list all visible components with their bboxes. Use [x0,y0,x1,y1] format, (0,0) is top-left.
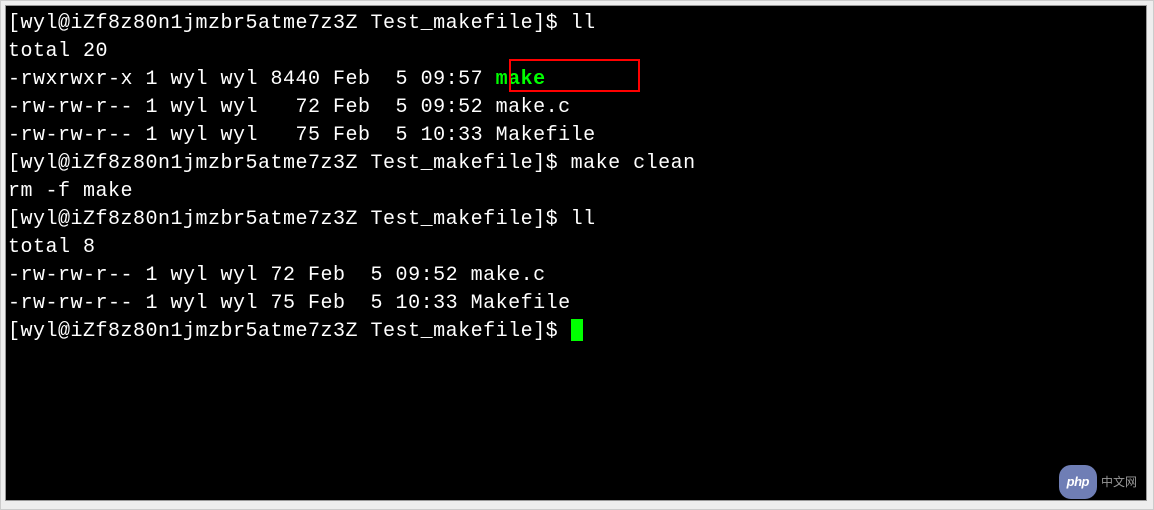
executable-filename: make [496,68,546,91]
output-text: rm -f make [8,180,133,203]
terminal-window[interactable]: [wyl@iZf8z80n1jmzbr5atme7z3Z Test_makefi… [5,5,1147,501]
php-logo-icon: php [1059,465,1097,499]
command-text: make clean [571,152,696,175]
output-text: total 20 [8,40,108,63]
terminal-line: [wyl@iZf8z80n1jmzbr5atme7z3Z Test_makefi… [8,318,1144,346]
terminal-line: total 20 [8,38,1144,66]
terminal-line: -rw-rw-r-- 1 wyl wyl 75 Feb 5 10:33 Make… [8,290,1144,318]
output-text: -rw-rw-r-- 1 wyl wyl 72 Feb 5 09:52 make… [8,96,571,119]
terminal-line: rm -f make [8,178,1144,206]
watermark: php 中文网 [1059,465,1137,499]
shell-prompt: [wyl@iZf8z80n1jmzbr5atme7z3Z Test_makefi… [8,320,571,343]
output-text: -rw-rw-r-- 1 wyl wyl 72 Feb 5 09:52 make… [8,264,546,287]
terminal-line: total 8 [8,234,1144,262]
output-text: -rw-rw-r-- 1 wyl wyl 75 Feb 5 10:33 Make… [8,292,571,315]
terminal-line: [wyl@iZf8z80n1jmzbr5atme7z3Z Test_makefi… [8,150,1144,178]
terminal-line: -rw-rw-r-- 1 wyl wyl 75 Feb 5 10:33 Make… [8,122,1144,150]
shell-prompt: [wyl@iZf8z80n1jmzbr5atme7z3Z Test_makefi… [8,152,571,175]
command-text: ll [571,208,596,231]
terminal-line: -rwxrwxr-x 1 wyl wyl 8440 Feb 5 09:57 ma… [8,66,1144,94]
output-text: -rw-rw-r-- 1 wyl wyl 75 Feb 5 10:33 Make… [8,124,596,147]
cursor-block [571,319,583,341]
terminal-line: -rw-rw-r-- 1 wyl wyl 72 Feb 5 09:52 make… [8,262,1144,290]
output-text: -rwxrwxr-x 1 wyl wyl 8440 Feb 5 09:57 [8,68,496,91]
terminal-line: -rw-rw-r-- 1 wyl wyl 72 Feb 5 09:52 make… [8,94,1144,122]
shell-prompt: [wyl@iZf8z80n1jmzbr5atme7z3Z Test_makefi… [8,208,571,231]
command-text: ll [571,12,596,35]
output-text: total 8 [8,236,96,259]
shell-prompt: [wyl@iZf8z80n1jmzbr5atme7z3Z Test_makefi… [8,12,571,35]
terminal-line: [wyl@iZf8z80n1jmzbr5atme7z3Z Test_makefi… [8,206,1144,234]
terminal-line: [wyl@iZf8z80n1jmzbr5atme7z3Z Test_makefi… [8,10,1144,38]
watermark-text: 中文网 [1101,468,1137,496]
